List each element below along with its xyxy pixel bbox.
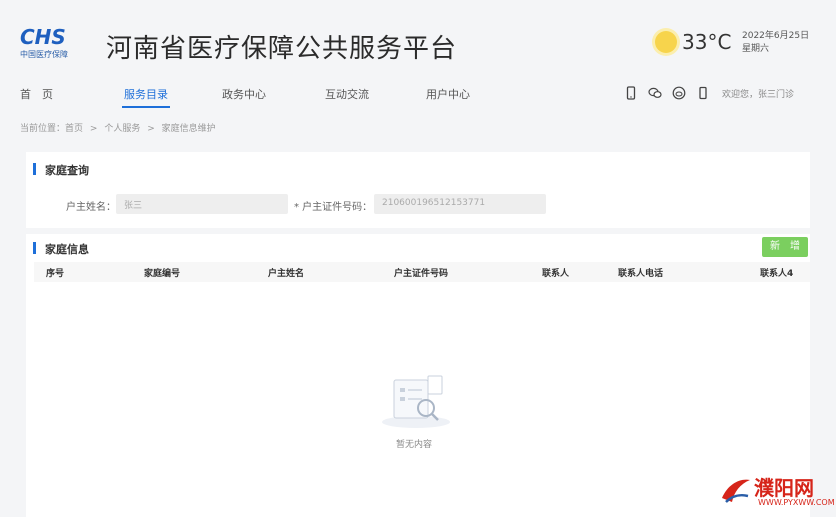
column-family-number[interactable]: 家庭编号 [144,266,180,279]
phone-icon[interactable] [696,86,710,100]
householder-id-label: * 户主证件号码： [294,202,373,213]
login-status[interactable]: 欢迎您，张三门诊 [722,87,794,100]
column-contact-phone[interactable]: 联系人电话 [618,266,663,279]
family-info-title: 家庭信息 [45,243,89,256]
family-query-panel [26,152,810,228]
breadcrumb-personal-service[interactable]: 个人服务 [104,124,140,134]
column-householder-id[interactable]: 户主证件号码 [394,266,448,279]
logo-subtitle: 中国医疗保障 [20,50,68,59]
family-table-header: 序号 家庭编号 户主姓名 户主证件号码 联系人 联系人电话 联系人4 [34,262,810,282]
breadcrumb-separator: > [89,124,98,134]
chs-logo[interactable]: CHS 中国医疗保障 [20,26,90,62]
column-contact-extra[interactable]: 联系人4 [760,266,793,279]
householder-name-label: 户主姓名： [66,202,116,213]
nav-active-underline [122,106,170,108]
sun-icon [655,31,677,53]
weekday-text: 星期六 [742,44,770,54]
watermark-name: 濮阳网 [754,476,814,500]
householder-id-input[interactable]: 210600196512153771 [374,194,546,214]
nav-icon-group [624,86,710,100]
page-header: CHS 中国医疗保障 河南省医疗保障公共服务平台 33°C 2022年6月25日… [0,0,836,80]
nav-item-user-center[interactable]: 用户中心 [426,86,470,102]
column-index[interactable]: 序号 [46,266,64,279]
family-query-title: 家庭查询 [45,164,89,177]
column-householder-name[interactable]: 户主姓名 [268,266,304,279]
breadcrumb-home[interactable]: 当前位置：首页 [20,124,83,134]
temperature: 33°C [682,30,732,54]
empty-state-text: 暂无内容 [396,440,433,450]
breadcrumb-separator: > [147,124,155,134]
wechat-icon[interactable] [648,86,662,100]
breadcrumb: 当前位置：首页 > 个人服务 > 家庭信息维护 [20,121,220,134]
breadcrumb-current: 家庭信息维护 [161,124,216,134]
column-contact[interactable]: 联系人 [542,266,569,279]
date-text: 2022年6月25日 [742,31,810,41]
watermark: 濮阳网 WWW.PYXWW.COM [718,470,836,517]
weibo-icon[interactable] [672,86,686,100]
section-marker [33,242,36,254]
nav-item-service-catalog[interactable]: 服务目录 [124,86,168,102]
empty-state-icon [382,375,450,428]
nav-item-home[interactable]: 首 页 [20,86,53,102]
add-family-button[interactable]: 新 增 [762,237,808,257]
section-marker [33,163,36,175]
watermark-logo-icon [722,479,750,503]
mobile-icon[interactable] [624,86,638,100]
nav-item-government-center[interactable]: 政务中心 [222,86,266,102]
site-title: 河南省医疗保障公共服务平台 [106,34,458,64]
chs-logo-mark: CHS [20,26,66,48]
svg-text:CHS: CHS [20,26,66,48]
householder-name-input[interactable]: 张三 [116,194,288,214]
date-display: 2022年6月25日 星期六 [742,30,809,56]
nav-item-interaction[interactable]: 互动交流 [325,86,369,102]
watermark-url: WWW.PYXWW.COM [758,498,835,507]
